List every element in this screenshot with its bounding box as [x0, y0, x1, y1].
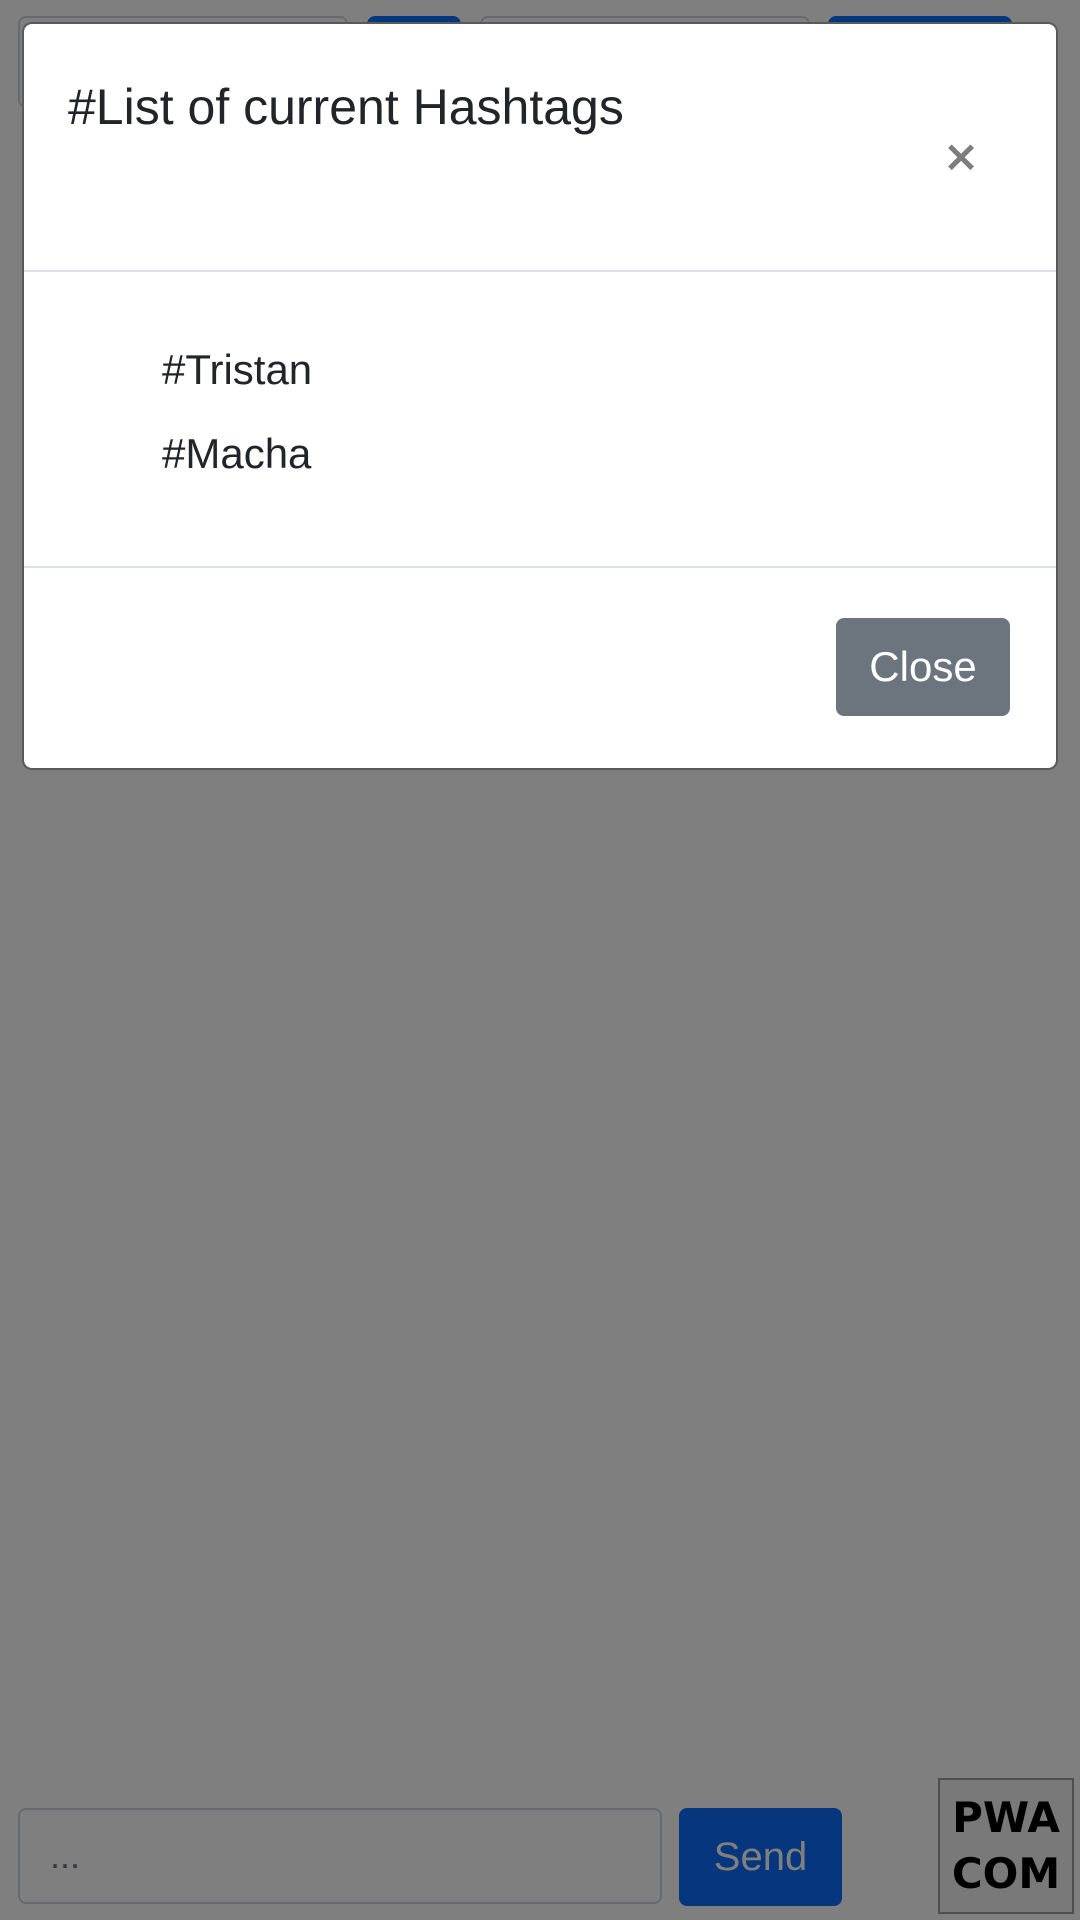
- modal-header: #List of current Hashtags ×: [24, 24, 1056, 272]
- hashtags-modal: #List of current Hashtags × #Tristan #Ma…: [22, 22, 1058, 770]
- hashtag-item: #Macha: [162, 430, 312, 477]
- close-button[interactable]: Close: [836, 618, 1010, 716]
- hashtag-list: #Tristan #Macha: [162, 328, 312, 496]
- modal-title: #List of current Hashtags: [68, 79, 624, 135]
- modal-body: #Tristan #Macha: [24, 272, 1056, 568]
- hashtag-item: #Tristan: [162, 346, 313, 393]
- modal-footer: Close: [24, 568, 1056, 768]
- close-icon[interactable]: ×: [936, 132, 986, 182]
